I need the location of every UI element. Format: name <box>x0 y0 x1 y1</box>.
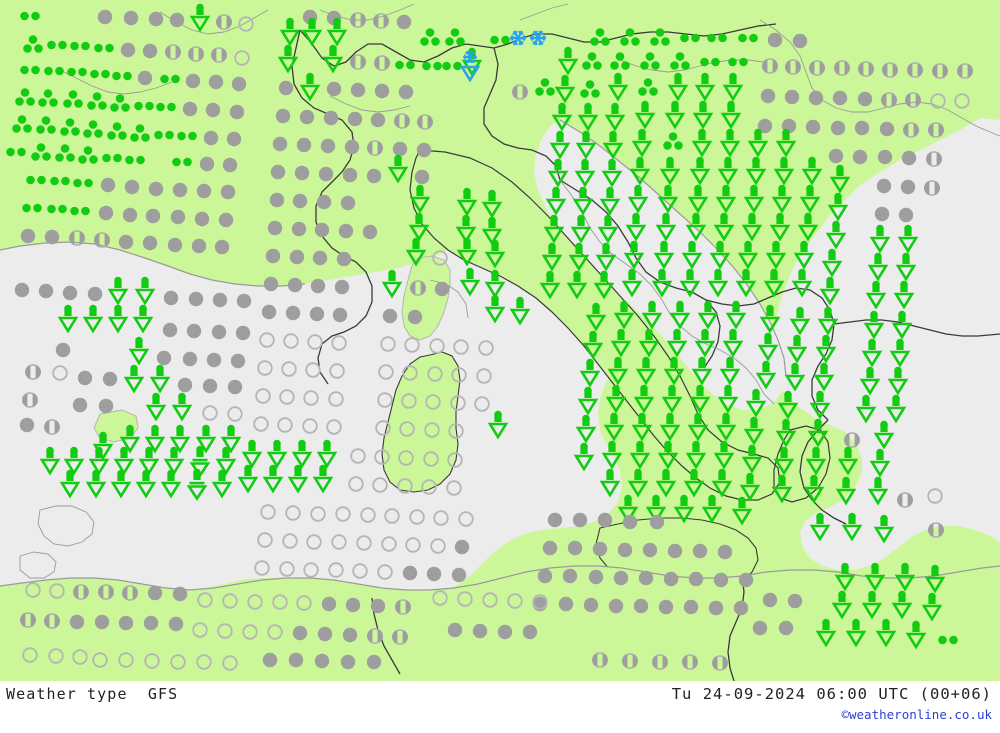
map-geography <box>0 0 1000 681</box>
weather-map-page: Weather type GFS Tu 24-09-2024 06:00 UTC… <box>0 0 1000 733</box>
footer-copyright: ©weatheronline.co.uk <box>841 707 992 722</box>
footer-title: Weather type GFS <box>6 685 179 703</box>
footer-datetime: Tu 24-09-2024 06:00 UTC (00+06) <box>671 685 992 703</box>
weather-map[interactable] <box>0 0 1000 681</box>
map-footer: Weather type GFS Tu 24-09-2024 06:00 UTC… <box>0 681 1000 733</box>
